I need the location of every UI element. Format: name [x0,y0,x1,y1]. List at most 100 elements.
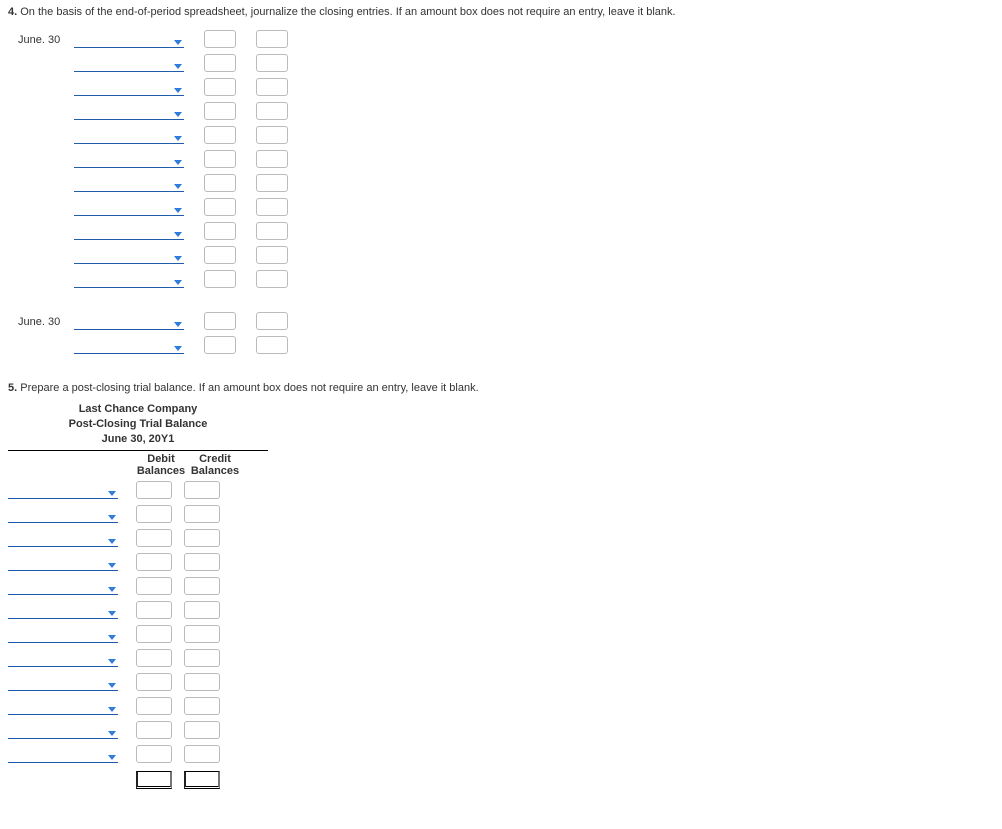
account-dropdown[interactable] [74,221,184,240]
chevron-down-icon[interactable] [174,280,182,285]
credit-amount-input[interactable] [256,198,288,216]
tb-account-dropdown[interactable] [8,696,118,715]
chevron-down-icon[interactable] [174,322,182,327]
tb-credit-input[interactable] [184,697,220,715]
tb-debit-input[interactable] [136,529,172,547]
tb-debit-input[interactable] [136,721,172,739]
tb-credit-input[interactable] [184,529,220,547]
credit-amount-input[interactable] [256,78,288,96]
chevron-down-icon[interactable] [174,346,182,351]
account-dropdown[interactable] [74,53,184,72]
tb-account-dropdown[interactable] [8,552,118,571]
tb-account-dropdown[interactable] [8,600,118,619]
chevron-down-icon[interactable] [108,491,116,496]
credit-amount-input[interactable] [256,54,288,72]
tb-account-dropdown[interactable] [8,672,118,691]
account-dropdown[interactable] [74,29,184,48]
tb-debit-input[interactable] [136,649,172,667]
tb-credit-input[interactable] [184,505,220,523]
debit-amount-input[interactable] [204,102,236,120]
tb-account-dropdown[interactable] [8,648,118,667]
account-dropdown[interactable] [74,245,184,264]
chevron-down-icon[interactable] [174,88,182,93]
tb-account-dropdown[interactable] [8,744,118,763]
debit-amount-input[interactable] [204,78,236,96]
tb-debit-input[interactable] [136,577,172,595]
tb-debit-input[interactable] [136,601,172,619]
credit-amount-input[interactable] [256,270,288,288]
account-dropdown[interactable] [74,77,184,96]
account-dropdown[interactable] [74,197,184,216]
tb-credit-input[interactable] [184,481,220,499]
chevron-down-icon[interactable] [174,184,182,189]
chevron-down-icon[interactable] [174,64,182,69]
tb-debit-input[interactable] [136,673,172,691]
debit-amount-input[interactable] [204,174,236,192]
debit-amount-input[interactable] [204,222,236,240]
chevron-down-icon[interactable] [174,256,182,261]
credit-amount-input[interactable] [256,222,288,240]
debit-amount-input[interactable] [204,246,236,264]
credit-amount-input[interactable] [256,30,288,48]
chevron-down-icon[interactable] [108,611,116,616]
tb-credit-input[interactable] [184,601,220,619]
chevron-down-icon[interactable] [108,755,116,760]
tb-account-dropdown[interactable] [8,576,118,595]
tb-debit-input[interactable] [136,481,172,499]
debit-amount-input[interactable] [204,126,236,144]
tb-credit-input[interactable] [184,625,220,643]
tb-account-dropdown[interactable] [8,624,118,643]
chevron-down-icon[interactable] [174,136,182,141]
tb-debit-input[interactable] [136,625,172,643]
chevron-down-icon[interactable] [174,208,182,213]
debit-amount-input[interactable] [204,336,236,354]
account-dropdown[interactable] [74,149,184,168]
chevron-down-icon[interactable] [108,563,116,568]
tb-debit-input[interactable] [136,505,172,523]
tb-account-dropdown[interactable] [8,720,118,739]
account-dropdown[interactable] [74,125,184,144]
chevron-down-icon[interactable] [108,635,116,640]
tb-account-dropdown[interactable] [8,504,118,523]
account-dropdown[interactable] [74,335,184,354]
chevron-down-icon[interactable] [174,232,182,237]
chevron-down-icon[interactable] [108,659,116,664]
chevron-down-icon[interactable] [174,40,182,45]
account-dropdown[interactable] [74,173,184,192]
debit-amount-input[interactable] [204,54,236,72]
chevron-down-icon[interactable] [108,587,116,592]
chevron-down-icon[interactable] [108,683,116,688]
tb-credit-input[interactable] [184,577,220,595]
debit-amount-input[interactable] [204,150,236,168]
tb-debit-input[interactable] [136,553,172,571]
chevron-down-icon[interactable] [108,707,116,712]
account-dropdown[interactable] [74,311,184,330]
tb-credit-input[interactable] [184,745,220,763]
chevron-down-icon[interactable] [108,731,116,736]
tb-debit-input[interactable] [136,697,172,715]
credit-amount-input[interactable] [256,102,288,120]
account-dropdown[interactable] [74,269,184,288]
chevron-down-icon[interactable] [108,515,116,520]
credit-amount-input[interactable] [256,126,288,144]
tb-credit-input[interactable] [184,673,220,691]
debit-amount-input[interactable] [204,312,236,330]
credit-amount-input[interactable] [256,150,288,168]
debit-amount-input[interactable] [204,198,236,216]
chevron-down-icon[interactable] [174,160,182,165]
chevron-down-icon[interactable] [174,112,182,117]
tb-debit-input[interactable] [136,745,172,763]
credit-amount-input[interactable] [256,246,288,264]
credit-amount-input[interactable] [256,312,288,330]
credit-amount-input[interactable] [256,174,288,192]
tb-credit-input[interactable] [184,721,220,739]
tb-account-dropdown[interactable] [8,480,118,499]
account-dropdown[interactable] [74,101,184,120]
tb-credit-input[interactable] [184,649,220,667]
debit-amount-input[interactable] [204,270,236,288]
tb-credit-input[interactable] [184,553,220,571]
tb-account-dropdown[interactable] [8,528,118,547]
debit-amount-input[interactable] [204,30,236,48]
chevron-down-icon[interactable] [108,539,116,544]
credit-amount-input[interactable] [256,336,288,354]
